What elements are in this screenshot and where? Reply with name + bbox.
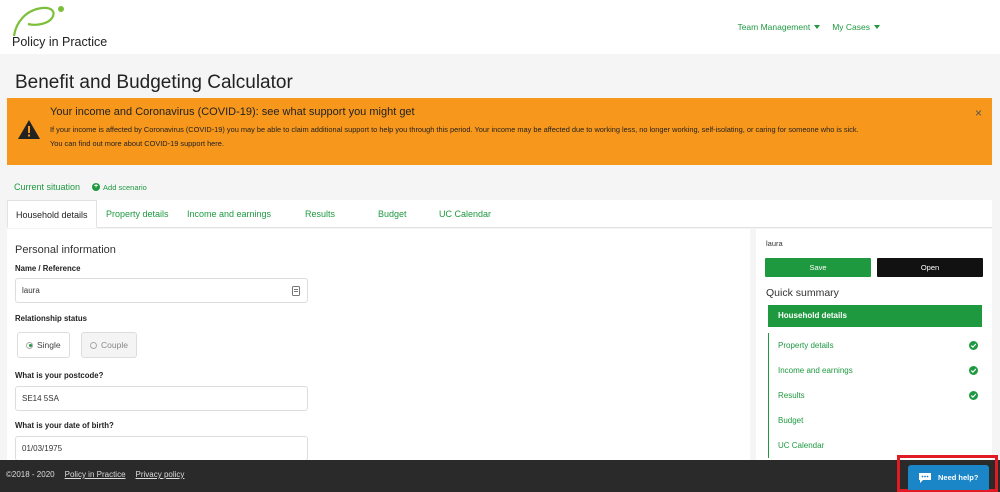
warning-icon <box>18 120 40 139</box>
tab-household-details[interactable]: Household details <box>7 200 97 228</box>
summary-results[interactable]: Results <box>768 383 982 408</box>
tab-results[interactable]: Results <box>305 200 335 228</box>
alert-link-text[interactable]: You can find out more about COVID-19 sup… <box>50 139 224 148</box>
nav-my-cases[interactable]: My Cases <box>832 22 880 32</box>
footer-content: ©2018 - 2020 Policy in Practice Privacy … <box>6 470 184 479</box>
nav-team-management-label: Team Management <box>737 22 811 32</box>
radio-single[interactable]: Single <box>17 332 70 358</box>
name-label: Name / Reference <box>15 264 81 273</box>
section-title: Personal information <box>15 244 116 256</box>
summary-income-and-earnings[interactable]: Income and earnings <box>768 358 982 383</box>
dob-input[interactable]: 01/03/1975 <box>15 436 308 461</box>
need-help-button[interactable]: Need help? <box>908 465 989 490</box>
tab-income-and-earnings[interactable]: Income and earnings <box>187 200 271 228</box>
tab-budget[interactable]: Budget <box>378 200 407 228</box>
postcode-input-value: SE14 5SA <box>22 394 59 403</box>
summary-budget[interactable]: Budget <box>768 408 982 433</box>
household-form: Personal information Name / Reference la… <box>7 229 750 461</box>
radio-couple[interactable]: Couple <box>81 332 137 358</box>
chat-bubble-icon <box>919 472 931 483</box>
nav-my-cases-label: My Cases <box>832 22 870 32</box>
check-circle-icon <box>969 366 978 375</box>
copyright: ©2018 - 2020 <box>6 470 55 479</box>
name-input-value: laura <box>22 286 40 295</box>
scenario-current[interactable]: Current situation <box>14 182 80 192</box>
tab-bar: Household details Property details Incom… <box>7 200 992 228</box>
footer-link-policy-in-practice[interactable]: Policy in Practice <box>65 470 126 479</box>
tab-property-details[interactable]: Property details <box>106 200 169 228</box>
quick-summary-title: Quick summary <box>766 287 839 299</box>
radio-single-label: Single <box>37 340 61 350</box>
summary-item-label: Results <box>778 391 805 400</box>
plus-circle-icon: + <box>92 183 101 191</box>
summary-item-label: Property details <box>778 341 834 350</box>
postcode-label: What is your postcode? <box>15 371 104 380</box>
top-nav: Team Management My Cases <box>737 22 880 32</box>
footer: ©2018 - 2020 Policy in Practice Privacy … <box>0 460 1000 492</box>
add-scenario-label: Add scenario <box>103 182 147 192</box>
covid-alert: Your income and Coronavirus (COVID-19): … <box>7 98 992 165</box>
contact-card-icon <box>292 286 300 296</box>
dob-input-value: 01/03/1975 <box>22 444 63 453</box>
scenario-row: Current situation + Add scenario <box>14 182 147 192</box>
summary-property-details[interactable]: Property details <box>768 333 982 358</box>
footer-link-privacy-policy[interactable]: Privacy policy <box>136 470 185 479</box>
logo[interactable]: Policy in Practice <box>8 4 118 50</box>
alert-title: Your income and Coronavirus (COVID-19): … <box>50 106 415 118</box>
alert-text: If your income is affected by Coronaviru… <box>50 125 859 134</box>
need-help-label: Need help? <box>938 473 979 482</box>
alert-close-button[interactable]: × <box>975 106 982 120</box>
radio-couple-label: Couple <box>101 340 128 350</box>
logo-text: Policy in Practice <box>12 35 108 49</box>
radio-unselected-icon <box>90 341 97 349</box>
relationship-label: Relationship status <box>15 314 87 323</box>
radio-selected-icon <box>26 341 33 349</box>
summary-item-label: Budget <box>778 416 804 425</box>
summary-item-label: Household details <box>778 311 847 320</box>
save-button[interactable]: Save <box>765 258 871 277</box>
nav-team-management[interactable]: Team Management <box>737 22 821 32</box>
postcode-input[interactable]: SE14 5SA <box>15 386 308 411</box>
summary-item-label: Income and earnings <box>778 366 853 375</box>
add-scenario-button[interactable]: + Add scenario <box>92 183 147 192</box>
case-name: laura <box>766 239 783 248</box>
summary-item-label: UC Calendar <box>778 441 825 450</box>
caret-down-icon <box>814 25 821 29</box>
open-button[interactable]: Open <box>877 258 983 277</box>
page-title: Benefit and Budgeting Calculator <box>15 72 293 93</box>
check-circle-icon <box>969 391 978 400</box>
tab-uc-calendar[interactable]: UC Calendar <box>439 200 491 228</box>
top-bar: Policy in Practice Team Management My Ca… <box>0 0 1000 54</box>
caret-down-icon <box>874 25 880 29</box>
name-input[interactable]: laura <box>15 278 308 303</box>
dob-label: What is your date of birth? <box>15 421 114 430</box>
summary-household-details[interactable]: Household details <box>768 305 982 327</box>
logo-swoosh-icon <box>12 6 64 37</box>
check-circle-icon <box>969 341 978 350</box>
quick-summary-list: Household details Property details Incom… <box>768 305 982 458</box>
side-panel: laura Save Open Quick summary Household … <box>756 229 992 461</box>
